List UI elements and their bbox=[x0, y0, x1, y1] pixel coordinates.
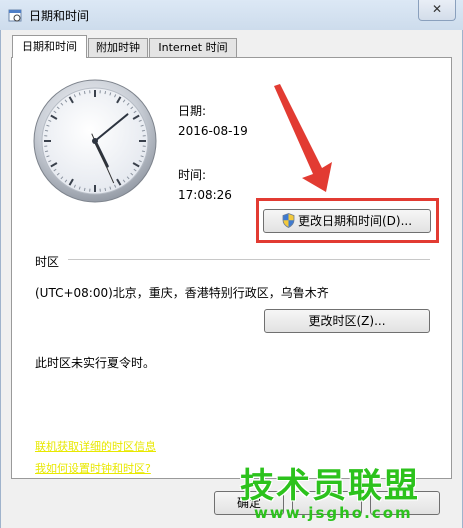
date-value: 2016-08-19 bbox=[178, 124, 248, 138]
red-arrow-icon bbox=[274, 84, 332, 192]
watermark-logo: 技术员联盟 www.jsgho.com bbox=[232, 458, 463, 528]
clock-help-link[interactable]: 我如何设置时钟和时区? bbox=[35, 460, 151, 476]
tab-date-time[interactable]: 日期和时间 bbox=[12, 35, 87, 58]
clock-minute-tick bbox=[45, 129, 49, 132]
window-title: 日期和时间 bbox=[29, 9, 90, 23]
close-button[interactable]: ✕ bbox=[418, 0, 456, 21]
change-datetime-button[interactable]: 更改日期和时间(D)... bbox=[263, 209, 431, 233]
change-datetime-label: 更改日期和时间(D)... bbox=[297, 214, 413, 228]
analog-clock bbox=[33, 79, 157, 203]
clock-minute-tick bbox=[104, 187, 107, 191]
clock-minute-tick bbox=[141, 150, 145, 153]
time-value: 17:08:26 bbox=[178, 188, 232, 202]
tab-additional-clocks[interactable]: 附加时钟 bbox=[88, 38, 148, 57]
date-label: 日期: bbox=[178, 104, 207, 118]
dst-note: 此时区未实行夏令时。 bbox=[35, 356, 156, 370]
timezone-value: (UTC+08:00)北京，重庆，香港特别行政区，乌鲁木齐 bbox=[35, 286, 329, 300]
change-timezone-button[interactable]: 更改时区(Z)... bbox=[264, 309, 430, 333]
timezone-info-link[interactable]: 联机获取详细的时区信息 bbox=[35, 438, 156, 454]
section-divider bbox=[68, 259, 430, 260]
clock-minute-tick bbox=[104, 91, 107, 95]
tab-internet-time[interactable]: Internet 时间 bbox=[149, 38, 237, 57]
clock-app-icon bbox=[8, 9, 22, 22]
watermark-text: 技术员联盟 bbox=[240, 466, 420, 506]
clock-minute-tick bbox=[83, 187, 86, 191]
clock-minute-tick bbox=[83, 91, 86, 95]
timezone-section-label: 时区 bbox=[35, 255, 60, 269]
title-bar: 日期和时间 ✕ bbox=[0, 0, 463, 30]
clock-minute-tick bbox=[141, 129, 145, 132]
watermark-url: www.jsgho.com bbox=[254, 504, 413, 522]
uac-shield-icon bbox=[282, 213, 295, 228]
clock-minute-tick bbox=[45, 150, 49, 153]
time-label: 时间: bbox=[178, 168, 207, 182]
